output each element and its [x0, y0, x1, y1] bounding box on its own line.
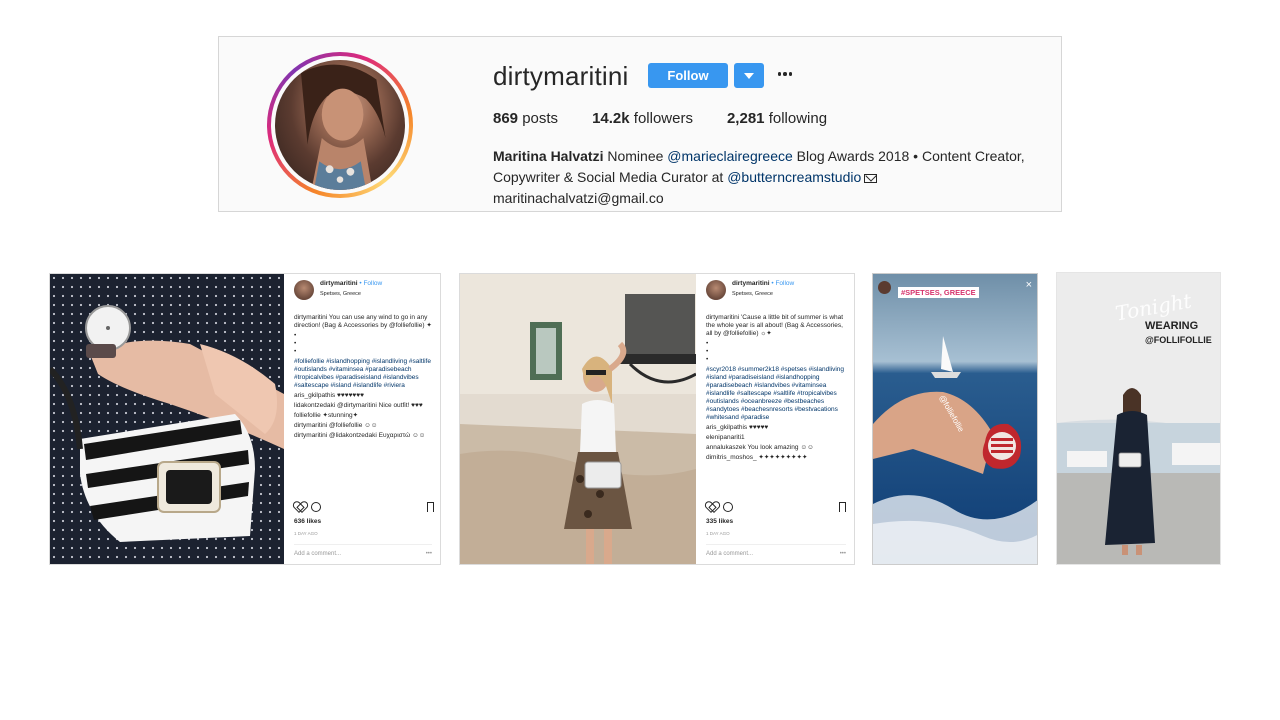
post-caption: dirtymaritini 'Cause a little bit of sum…	[706, 314, 846, 461]
avatar-photo	[275, 60, 405, 190]
posts-stat: 869 posts	[493, 110, 559, 127]
post-comment: lidakontzedaki @dirtymaritini Nice outfi…	[294, 402, 423, 409]
post-location[interactable]: Spetses, Greece	[320, 290, 382, 298]
profile-username: dirtymaritini	[493, 61, 629, 91]
post-details-panel: dirtymaritini • Follow Spetses, Greece d…	[284, 274, 440, 564]
more-options-icon[interactable]: •••	[426, 550, 432, 558]
post-comment: aris_gkilpathis ♥♥♥♥♥♥♥	[294, 392, 365, 399]
envelope-icon	[864, 174, 878, 183]
follow-button[interactable]: Follow	[648, 63, 728, 88]
post-photo[interactable]	[50, 274, 284, 564]
post-hashtags[interactable]: #scyr2018 #summer2k18 #spetses #islandli…	[706, 366, 846, 422]
profile-stats: 869 posts 14.2k followers 2,281 followin…	[493, 110, 861, 127]
post-follow-link[interactable]: • Follow	[359, 280, 382, 287]
post-comment: elenipanariti1	[706, 434, 745, 441]
heart-icon[interactable]	[706, 502, 717, 512]
profile-avatar[interactable]	[267, 52, 413, 198]
heart-icon[interactable]	[294, 502, 305, 512]
story-mention-folli[interactable]: @FOLLIFOLLIE	[1145, 335, 1212, 345]
profile-full-name: Maritina Halvatzi	[493, 148, 604, 164]
close-icon[interactable]: ×	[1026, 279, 1032, 291]
story-card[interactable]: #SPETSES, GREECE × @folliefollie	[872, 273, 1038, 565]
story-card[interactable]: Tonight WEARING @FOLLIFOLLIE	[1056, 272, 1221, 565]
avatar[interactable]	[294, 280, 314, 300]
post-likes[interactable]: 636 likes	[294, 518, 321, 526]
post-username[interactable]: dirtymaritini	[732, 280, 770, 287]
post-caption: dirtymaritini You can use any wind to go…	[294, 314, 434, 442]
post-card: dirtymaritini • Follow Spetses, Greece d…	[459, 273, 855, 565]
post-comment: folliefollie ✦stunning✦	[294, 412, 359, 419]
bio-mention-link[interactable]: @marieclairegreece	[667, 148, 792, 164]
followers-stat[interactable]: 14.2k followers	[592, 110, 693, 127]
more-options-icon[interactable]: •••	[840, 550, 846, 558]
comment-icon[interactable]	[723, 502, 733, 512]
add-comment-input[interactable]: Add a comment... •••	[294, 544, 432, 558]
suggestions-dropdown-button[interactable]	[734, 63, 764, 88]
post-timestamp: 1 DAY AGO	[706, 531, 730, 536]
post-comment: annalukaszek You look amazing ☺☺	[706, 444, 814, 451]
post-username[interactable]: dirtymaritini	[320, 280, 358, 287]
post-follow-link[interactable]: • Follow	[771, 280, 794, 287]
bio-mention-link[interactable]: @butterncreamstudio	[727, 169, 861, 185]
story-avatar[interactable]	[878, 281, 891, 294]
post-details-panel: dirtymaritini • Follow Spetses, Greece d…	[696, 274, 854, 564]
profile-bio: Maritina Halvatzi Nominee @marieclairegr…	[493, 148, 1025, 206]
profile-header: dirtymaritini Follow 869 posts 14.2k fol…	[218, 36, 1062, 212]
add-comment-input[interactable]: Add a comment... •••	[706, 544, 846, 558]
post-location[interactable]: Spetses, Greece	[732, 290, 794, 298]
post-timestamp: 1 DAY AGO	[294, 531, 318, 536]
post-comment: dirtymaritini @lidakontzedaki Ευχαριστώ …	[294, 432, 426, 439]
profile-email: maritinachalvatzi@gmail.co	[493, 190, 664, 206]
post-photo[interactable]	[460, 274, 697, 564]
story-text-wearing: WEARING	[1145, 320, 1199, 332]
post-card: dirtymaritini • Follow Spetses, Greece d…	[49, 273, 441, 565]
story-location-tag[interactable]: #SPETSES, GREECE	[898, 287, 979, 298]
post-comment: dimitris_moshos_ ✦✦✦✦✦✦✦✦✦	[706, 454, 808, 461]
bookmark-icon[interactable]	[839, 502, 846, 512]
post-comment: aris_gkilpathis ♥♥♥♥♥	[706, 424, 769, 431]
post-hashtags[interactable]: #folliefollie #islandhopping #islandlivi…	[294, 358, 434, 390]
comment-icon[interactable]	[311, 502, 321, 512]
post-comment: dirtymaritini @folliefollie ☺☺	[294, 422, 378, 429]
post-likes[interactable]: 335 likes	[706, 518, 733, 526]
avatar[interactable]	[706, 280, 726, 300]
chevron-down-icon	[744, 72, 754, 79]
bookmark-icon[interactable]	[427, 502, 434, 512]
following-stat[interactable]: 2,281 following	[727, 110, 827, 127]
more-options-icon[interactable]	[775, 64, 795, 84]
